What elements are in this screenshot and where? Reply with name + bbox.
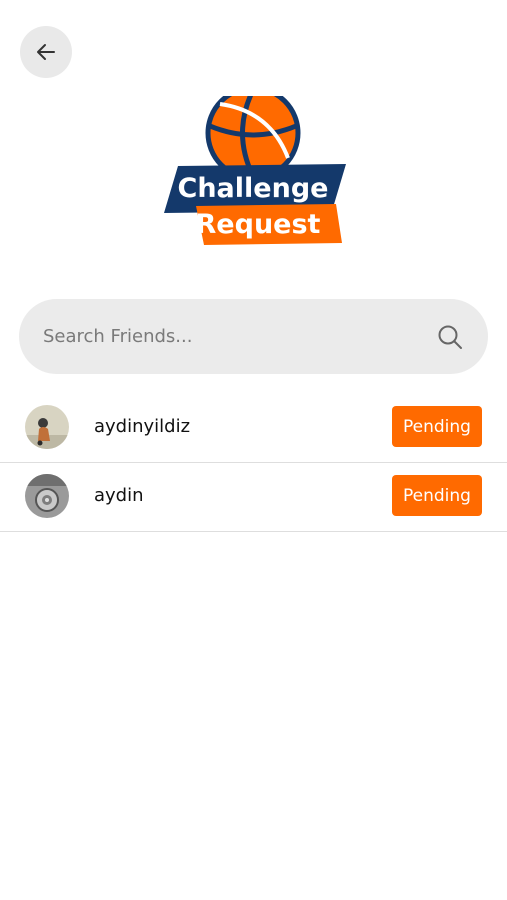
pending-button[interactable]: Pending	[392, 406, 482, 447]
device-photo-icon	[25, 474, 69, 518]
search-bar	[19, 299, 488, 374]
arrow-left-icon	[37, 44, 55, 60]
friends-list: aydinyildiz Pending aydin Pending	[0, 394, 507, 532]
challenge-request-logo: Challenge Request	[164, 96, 346, 245]
back-button[interactable]	[20, 26, 72, 78]
pending-button[interactable]: Pending	[392, 475, 482, 516]
logo-line1: Challenge	[178, 173, 329, 204]
search-icon[interactable]	[436, 323, 464, 351]
list-item: aydin Pending	[0, 463, 507, 532]
logo-line2: Request	[196, 209, 321, 240]
search-input[interactable]	[43, 299, 423, 374]
list-item: aydinyildiz Pending	[0, 394, 507, 463]
avatar	[25, 474, 69, 518]
friend-username: aydin	[94, 485, 144, 506]
person-photo-icon	[25, 405, 69, 449]
avatar	[25, 405, 69, 449]
friend-username: aydinyildiz	[94, 416, 191, 437]
